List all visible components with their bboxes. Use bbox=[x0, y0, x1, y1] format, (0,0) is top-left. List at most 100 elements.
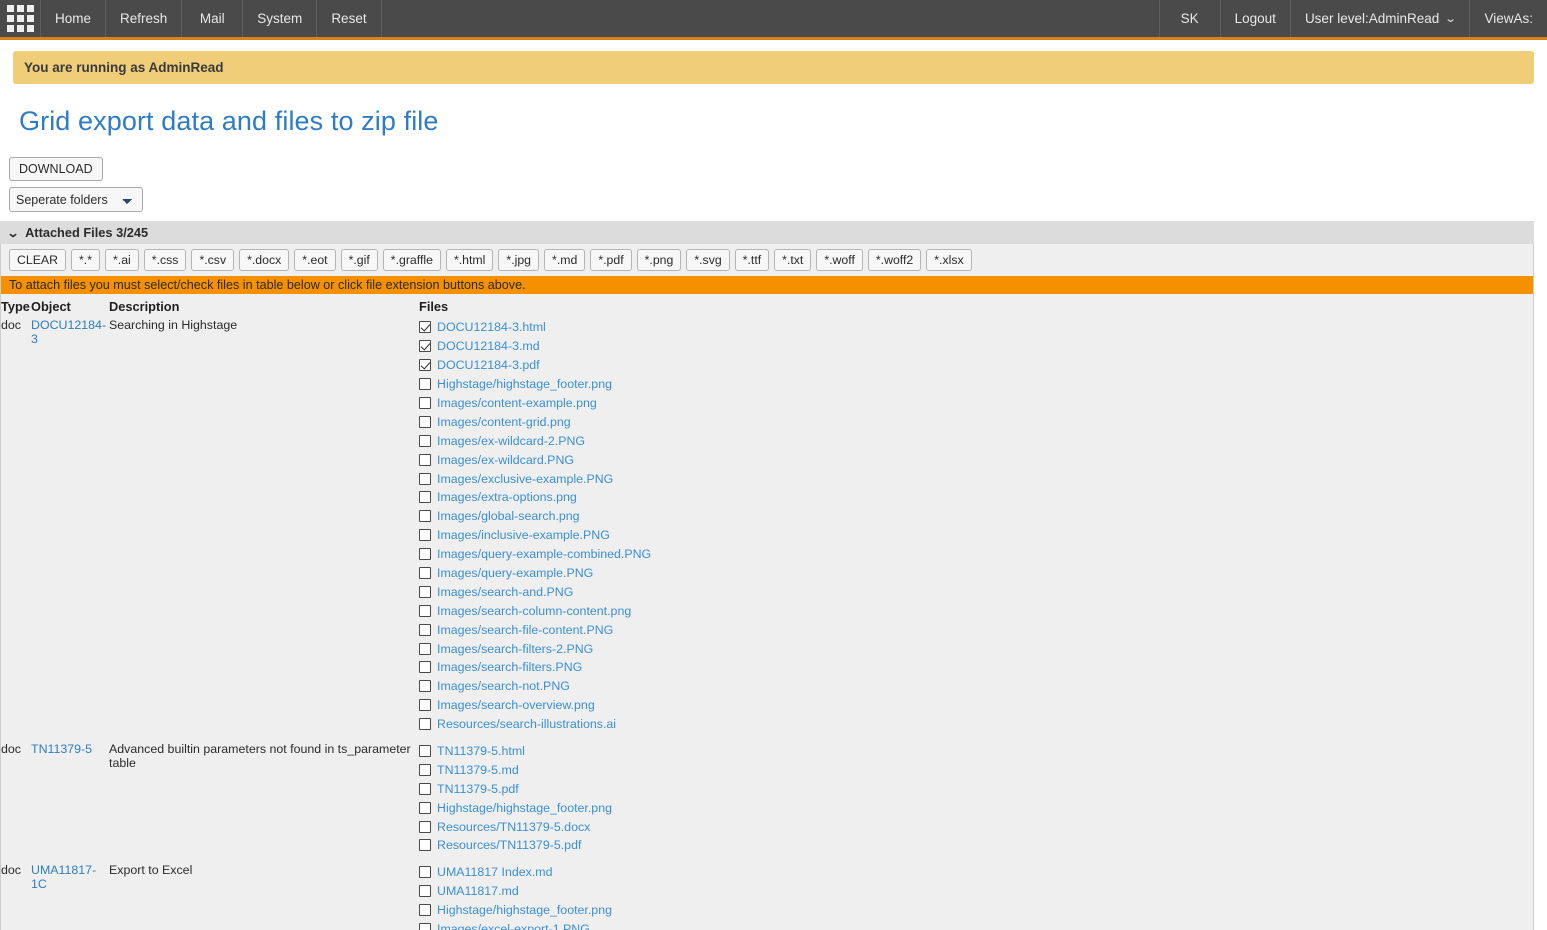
nav-item-refresh[interactable]: Refresh bbox=[106, 0, 183, 37]
file-link[interactable]: Images/search-and.PNG bbox=[437, 585, 573, 599]
file-link[interactable]: UMA11817.md bbox=[437, 884, 519, 898]
ext-button-clear[interactable]: CLEAR bbox=[9, 249, 67, 271]
file-checkbox[interactable] bbox=[419, 340, 431, 353]
ext-button-docx[interactable]: *.docx bbox=[239, 249, 290, 271]
file-checkbox[interactable] bbox=[419, 642, 431, 655]
file-checkbox[interactable] bbox=[419, 585, 431, 598]
file-checkbox[interactable] bbox=[419, 397, 431, 409]
ext-button-csv[interactable]: *.csv bbox=[191, 249, 235, 271]
file-link[interactable]: Images/search-file-content.PNG bbox=[437, 623, 613, 637]
file-link[interactable]: Resources/TN11379-5.pdf bbox=[437, 838, 581, 852]
file-link[interactable]: Images/search-overview.png bbox=[437, 698, 595, 712]
apps-grid-button[interactable] bbox=[0, 0, 41, 37]
nav-item-home[interactable]: Home bbox=[41, 0, 107, 37]
file-checkbox[interactable] bbox=[419, 763, 431, 776]
file-link[interactable]: Images/ex-wildcard-2.PNG bbox=[437, 434, 585, 448]
file-checkbox[interactable] bbox=[419, 453, 431, 466]
file-checkbox[interactable] bbox=[419, 491, 431, 504]
file-link[interactable]: Resources/TN11379-5.docx bbox=[437, 820, 590, 834]
file-link[interactable]: UMA11817 Index.md bbox=[437, 865, 552, 879]
file-link[interactable]: Images/exclusive-example.PNG bbox=[437, 472, 613, 486]
file-link[interactable]: Images/ex-wildcard.PNG bbox=[437, 453, 574, 467]
file-checkbox[interactable] bbox=[419, 321, 431, 334]
ext-button-svg[interactable]: *.svg bbox=[686, 249, 730, 271]
file-link[interactable]: Images/search-filters.PNG bbox=[437, 660, 582, 674]
object-link[interactable]: UMA11817-1C bbox=[31, 863, 96, 891]
file-checkbox[interactable] bbox=[419, 378, 431, 391]
file-link[interactable]: Images/extra-options.png bbox=[437, 490, 577, 504]
file-link[interactable]: Resources/search-illustrations.ai bbox=[437, 717, 616, 731]
nav-item-logout[interactable]: Logout bbox=[1221, 0, 1291, 37]
file-link[interactable]: Images/search-filters-2.PNG bbox=[437, 642, 593, 656]
file-checkbox[interactable] bbox=[419, 529, 431, 542]
file-link[interactable]: Images/inclusive-example.PNG bbox=[437, 528, 610, 542]
nav-item-reset[interactable]: Reset bbox=[317, 0, 382, 37]
file-checkbox[interactable] bbox=[419, 359, 431, 372]
ext-button-graffle[interactable]: *.graffle bbox=[382, 249, 441, 271]
file-checkbox[interactable] bbox=[419, 548, 431, 561]
file-link[interactable]: TN11379-5.pdf bbox=[437, 782, 519, 796]
file-checkbox[interactable] bbox=[419, 699, 431, 712]
file-checkbox[interactable] bbox=[419, 801, 431, 814]
cell-type: doc bbox=[1, 318, 21, 332]
ext-button-txt[interactable]: *.txt bbox=[774, 249, 812, 271]
file-link[interactable]: DOCU12184-3.pdf bbox=[437, 358, 540, 372]
ext-button-ai[interactable]: *.ai bbox=[105, 249, 139, 271]
ext-button-ttf[interactable]: *.ttf bbox=[734, 249, 770, 271]
file-link[interactable]: TN11379-5.html bbox=[437, 744, 525, 758]
ext-button-pdf[interactable]: *.pdf bbox=[590, 249, 632, 271]
file-checkbox[interactable] bbox=[419, 718, 431, 731]
object-link[interactable]: DOCU12184-3 bbox=[31, 318, 106, 346]
folder-mode-select[interactable]: Seperate folders bbox=[9, 187, 143, 212]
ext-button-xlsx[interactable]: *.xlsx bbox=[926, 249, 972, 271]
ext-button-html[interactable]: *.html bbox=[445, 249, 494, 271]
file-checkbox[interactable] bbox=[419, 782, 431, 795]
ext-button-css[interactable]: *.css bbox=[143, 249, 187, 271]
file-checkbox[interactable] bbox=[419, 745, 431, 758]
file-link[interactable]: Images/content-example.png bbox=[437, 396, 597, 410]
ext-button-all[interactable]: *.* bbox=[71, 249, 101, 271]
file-checkbox[interactable] bbox=[419, 923, 431, 930]
ext-button-gif[interactable]: *.gif bbox=[340, 249, 378, 271]
file-checkbox[interactable] bbox=[419, 623, 431, 636]
file-link[interactable]: Images/global-search.png bbox=[437, 509, 580, 523]
attached-files-section-header[interactable]: ⌄ Attached Files 3/245 bbox=[0, 221, 1534, 244]
file-checkbox[interactable] bbox=[419, 567, 431, 580]
file-checkbox[interactable] bbox=[419, 415, 431, 428]
file-link[interactable]: DOCU12184-3.html bbox=[437, 320, 546, 334]
file-link[interactable]: Highstage/highstage_footer.png bbox=[437, 801, 612, 815]
file-link[interactable]: Images/query-example-combined.PNG bbox=[437, 547, 651, 561]
file-checkbox[interactable] bbox=[419, 866, 431, 879]
ext-button-woff[interactable]: *.woff bbox=[816, 249, 863, 271]
file-checkbox[interactable] bbox=[419, 680, 431, 693]
file-checkbox[interactable] bbox=[419, 661, 431, 674]
file-link[interactable]: TN11379-5.md bbox=[437, 763, 519, 777]
ext-button-eot[interactable]: *.eot bbox=[294, 249, 336, 271]
file-checkbox[interactable] bbox=[419, 820, 431, 833]
nav-item-user-initials[interactable]: SK bbox=[1160, 0, 1221, 37]
file-link[interactable]: Images/query-example.PNG bbox=[437, 566, 593, 580]
ext-button-woff2[interactable]: *.woff2 bbox=[867, 249, 922, 271]
ext-button-md[interactable]: *.md bbox=[544, 249, 586, 271]
file-link[interactable]: Highstage/highstage_footer.png bbox=[437, 377, 612, 391]
download-button[interactable]: DOWNLOAD bbox=[9, 157, 103, 181]
file-link[interactable]: Images/search-not.PNG bbox=[437, 679, 570, 693]
file-link[interactable]: DOCU12184-3.md bbox=[437, 339, 540, 353]
file-checkbox[interactable] bbox=[419, 839, 431, 852]
file-checkbox[interactable] bbox=[419, 434, 431, 447]
object-link[interactable]: TN11379-5 bbox=[31, 742, 92, 756]
file-checkbox[interactable] bbox=[419, 472, 431, 485]
ext-button-png[interactable]: *.png bbox=[636, 249, 682, 271]
file-checkbox[interactable] bbox=[419, 885, 431, 898]
file-link[interactable]: Images/search-column-content.png bbox=[437, 604, 631, 618]
file-link[interactable]: Images/content-grid.png bbox=[437, 415, 571, 429]
nav-item-mail[interactable]: Mail bbox=[182, 0, 244, 37]
file-checkbox[interactable] bbox=[419, 904, 431, 917]
file-link[interactable]: Images/excel-export-1.PNG bbox=[437, 922, 590, 930]
file-link[interactable]: Highstage/highstage_footer.png bbox=[437, 903, 612, 917]
file-checkbox[interactable] bbox=[419, 510, 431, 523]
nav-item-system[interactable]: System bbox=[243, 0, 318, 37]
file-checkbox[interactable] bbox=[419, 604, 431, 617]
user-level-dropdown[interactable]: User level:AdminRead ⌄ bbox=[1291, 0, 1471, 37]
ext-button-jpg[interactable]: *.jpg bbox=[498, 249, 540, 271]
